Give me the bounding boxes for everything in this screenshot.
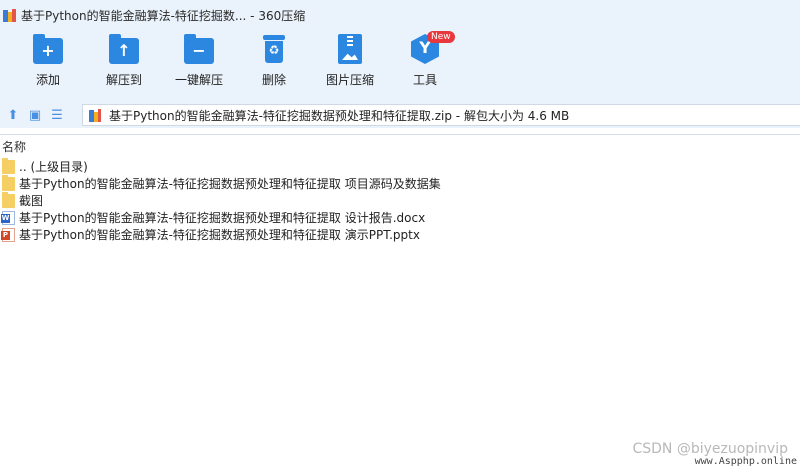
image-compress-label: 图片压缩 bbox=[325, 73, 374, 87]
list-view-icon[interactable]: ☰ bbox=[48, 106, 66, 124]
list-item[interactable]: 截图 bbox=[2, 191, 798, 209]
add-icon: + bbox=[33, 34, 63, 64]
word-document-icon bbox=[1, 210, 15, 225]
divider bbox=[0, 134, 800, 135]
image-compress-icon bbox=[338, 34, 362, 64]
zip-file-icon bbox=[89, 108, 101, 122]
folder-icon bbox=[2, 174, 15, 191]
column-header-name[interactable]: 名称 bbox=[2, 138, 26, 155]
app-logo-icon bbox=[3, 8, 16, 22]
file-list: .. (上级目录) 基于Python的智能金融算法-特征挖掘数据预处理和特征提取… bbox=[1, 157, 798, 243]
new-badge: New bbox=[427, 31, 455, 43]
one-click-extract-label: 一键解压 bbox=[174, 73, 223, 87]
extract-to-label: 解压到 bbox=[105, 73, 142, 87]
extract-to-icon: ↑ bbox=[109, 34, 139, 64]
list-item[interactable]: 基于Python的智能金融算法-特征挖掘数据预处理和特征提取 设计报告.docx bbox=[1, 209, 798, 226]
archive-path: 基于Python的智能金融算法-特征挖掘数据预处理和特征提取.zip - 解包大… bbox=[109, 108, 570, 123]
file-name: 基于Python的智能金融算法-特征挖掘数据预处理和特征提取 项目源码及数据集 bbox=[19, 177, 441, 191]
site-watermark: www.Aspphp.online bbox=[694, 456, 797, 467]
address-bar[interactable]: 基于Python的智能金融算法-特征挖掘数据预处理和特征提取.zip - 解包大… bbox=[82, 104, 800, 126]
extract-to-button[interactable]: ↑ 解压到 bbox=[84, 34, 164, 88]
file-name: .. (上级目录) bbox=[19, 160, 88, 174]
folder-icon bbox=[2, 157, 15, 174]
address-row: ⬆ ▣ ☰ 基于Python的智能金融算法-特征挖掘数据预处理和特征提取.zip… bbox=[0, 102, 800, 128]
one-click-extract-icon: − bbox=[184, 34, 214, 64]
delete-icon bbox=[263, 35, 285, 63]
delete-label: 删除 bbox=[261, 73, 286, 87]
list-item[interactable]: 基于Python的智能金融算法-特征挖掘数据预处理和特征提取 演示PPT.ppt… bbox=[1, 226, 798, 243]
tools-button[interactable]: Y 工具 bbox=[385, 34, 465, 88]
delete-button[interactable]: 删除 bbox=[234, 34, 314, 88]
add-label: 添加 bbox=[35, 73, 60, 87]
tools-label: 工具 bbox=[412, 73, 437, 87]
top-panel: 基于Python的智能金融算法-特征挖掘数... - 360压缩 + 添加 ↑ … bbox=[0, 0, 800, 102]
list-item[interactable]: .. (上级目录) bbox=[2, 157, 798, 175]
file-name: 截图 bbox=[19, 194, 44, 208]
window-title: 基于Python的智能金融算法-特征挖掘数... - 360压缩 bbox=[21, 8, 306, 23]
file-name: 基于Python的智能金融算法-特征挖掘数据预处理和特征提取 演示PPT.ppt… bbox=[19, 228, 420, 242]
folder-icon bbox=[2, 191, 15, 208]
list-item[interactable]: 基于Python的智能金融算法-特征挖掘数据预处理和特征提取 项目源码及数据集 bbox=[2, 174, 798, 192]
add-button[interactable]: + 添加 bbox=[8, 34, 88, 88]
image-compress-button[interactable]: 图片压缩 bbox=[310, 34, 390, 88]
file-name: 基于Python的智能金融算法-特征挖掘数据预处理和特征提取 设计报告.docx bbox=[19, 211, 426, 225]
thumbnail-view-icon[interactable]: ▣ bbox=[26, 106, 44, 124]
powerpoint-file-icon bbox=[1, 227, 15, 242]
up-arrow-icon[interactable]: ⬆ bbox=[4, 106, 22, 124]
toolbar: + 添加 ↑ 解压到 − 一键解压 删除 图片压缩 Y 工具 New bbox=[0, 31, 800, 98]
title-bar: 基于Python的智能金融算法-特征挖掘数... - 360压缩 bbox=[0, 0, 800, 30]
watermark: CSDN @biyezuopinvip bbox=[632, 441, 788, 457]
one-click-extract-button[interactable]: − 一键解压 bbox=[159, 34, 239, 88]
